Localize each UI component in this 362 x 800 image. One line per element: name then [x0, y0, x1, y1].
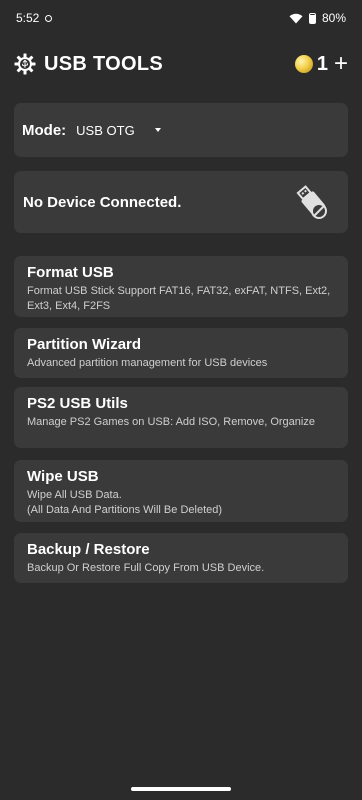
- menu-item-description: Wipe All USB Data. (All Data And Partiti…: [27, 489, 223, 516]
- app-title: USB TOOLS: [44, 52, 164, 75]
- menu-item-title: PS2 USB Utils: [27, 395, 128, 412]
- app-header: USB TOOLS 1 +: [14, 48, 348, 80]
- device-status-text: No Device Connected.: [23, 193, 182, 211]
- status-left: 5:52: [16, 11, 53, 25]
- menu-item-description: Format USB Stick Support FAT16, FAT32, e…: [27, 285, 331, 312]
- header-right: 1 +: [294, 52, 348, 76]
- status-time: 5:52: [16, 11, 40, 25]
- status-bar: 5:52 80%: [0, 0, 362, 36]
- menu-item-title: Format USB: [27, 264, 114, 281]
- notification-dot-icon: [45, 14, 53, 22]
- menu-item-title: Backup / Restore: [27, 541, 150, 558]
- wifi-icon: [289, 13, 303, 23]
- menu-item-partition-wizard[interactable]: Partition Wizard Advanced partition mana…: [14, 328, 348, 378]
- menu-item-wipe-usb[interactable]: Wipe USB Wipe All USB Data. (All Data An…: [14, 460, 348, 522]
- mode-selected-value: USB OTG: [76, 122, 135, 138]
- battery-percent: 80%: [321, 11, 346, 25]
- menu-item-description: Manage PS2 Games on USB: Add ISO, Remove…: [27, 416, 315, 428]
- menu-item-title: Wipe USB: [27, 468, 99, 485]
- menu-item-description: Backup Or Restore Full Copy From USB Dev…: [27, 562, 265, 574]
- battery-icon: [308, 12, 316, 24]
- dropdown-caret-icon: [154, 128, 161, 132]
- menu-item-description: Advanced partition management for USB de…: [27, 357, 268, 369]
- usb-gear-icon: [14, 53, 36, 75]
- add-coins-button[interactable]: +: [334, 52, 348, 76]
- mode-label: Mode:: [22, 121, 67, 139]
- coin-count: 1: [316, 52, 328, 75]
- menu-item-backup-restore[interactable]: Backup / Restore Backup Or Restore Full …: [14, 533, 348, 583]
- home-indicator[interactable]: [131, 787, 231, 791]
- device-status-card: No Device Connected.: [14, 171, 348, 233]
- header-left: USB TOOLS: [14, 53, 163, 76]
- status-right: 80%: [289, 11, 346, 25]
- menu-item-title: Partition Wizard: [27, 336, 142, 353]
- mode-dropdown[interactable]: USB OTG: [76, 123, 161, 138]
- menu-item-format-usb[interactable]: Format USB Format USB Stick Support FAT1…: [14, 256, 348, 317]
- menu-item-ps2-usb-utils[interactable]: PS2 USB Utils Manage PS2 Games on USB: A…: [14, 387, 348, 448]
- mode-card: Mode: USB OTG: [14, 103, 348, 157]
- usb-disconnected-icon: [296, 185, 327, 219]
- coin-icon[interactable]: [294, 55, 313, 73]
